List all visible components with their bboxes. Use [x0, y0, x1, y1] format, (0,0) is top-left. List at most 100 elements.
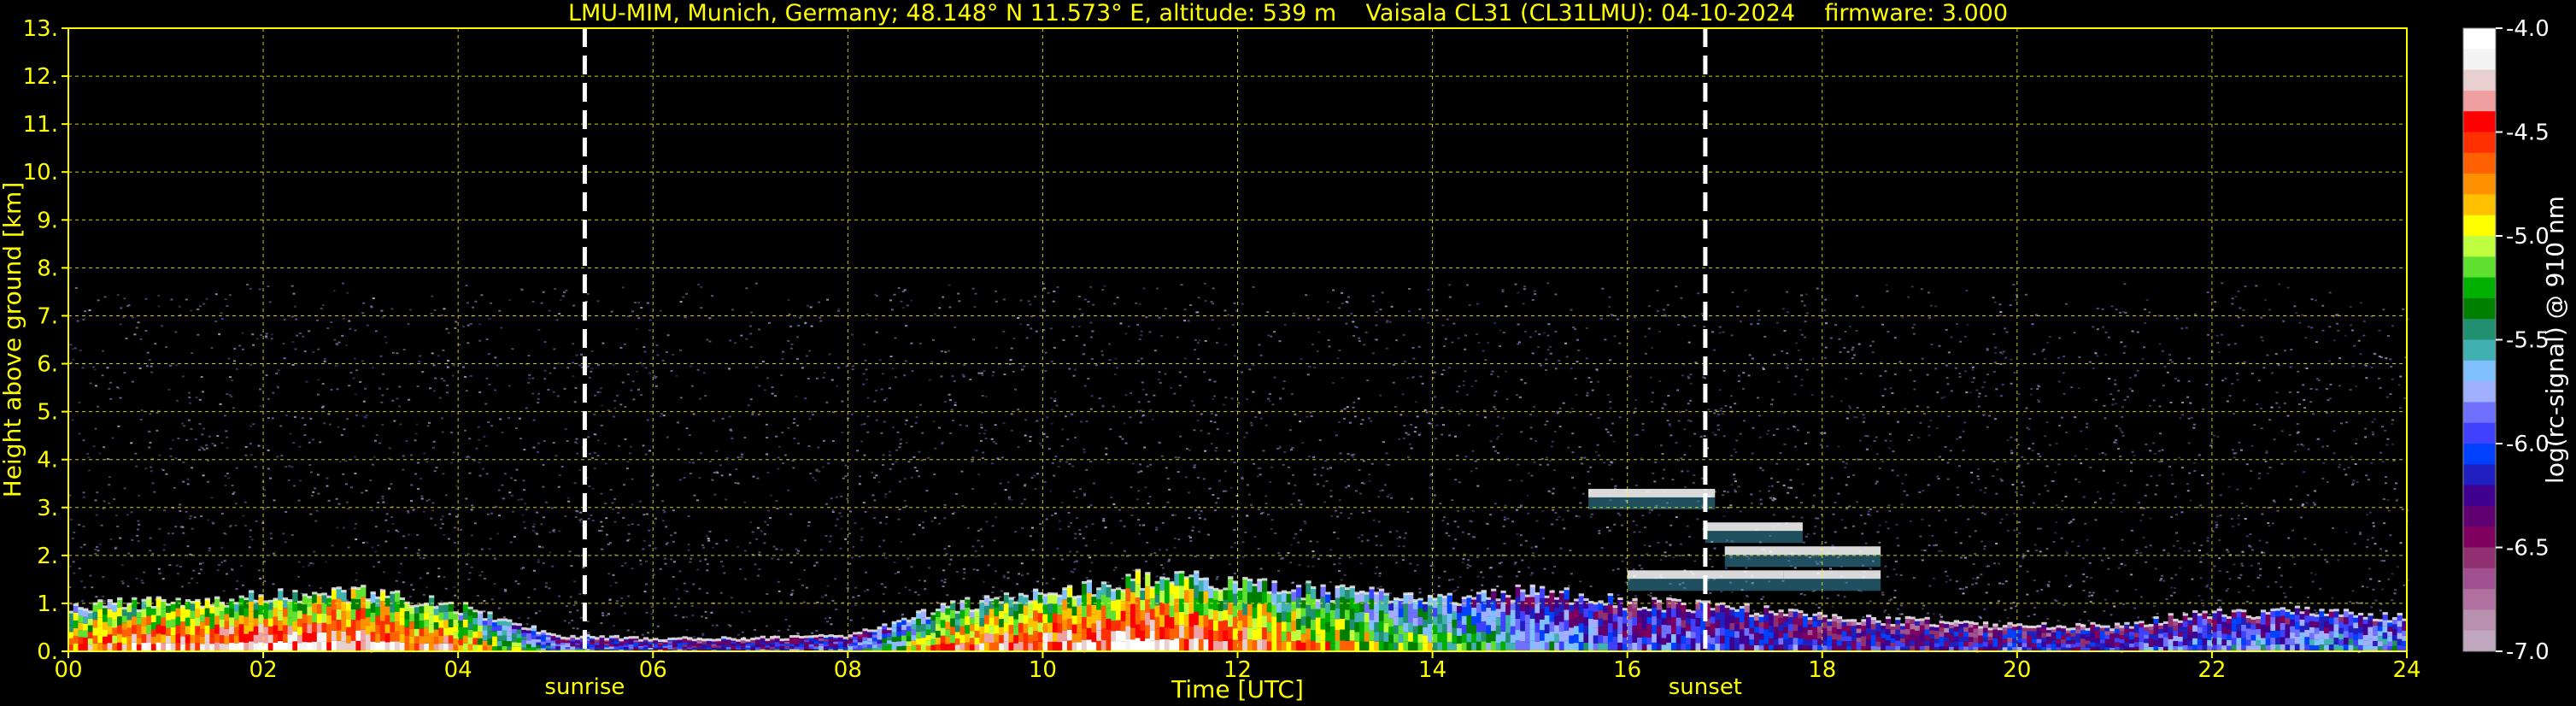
noise-speck: [1409, 562, 1412, 565]
noise-speck: [938, 427, 941, 429]
noise-speck: [601, 342, 605, 344]
noise-speck: [534, 532, 537, 534]
noise-speck: [1656, 309, 1659, 312]
noise-speck: [1137, 471, 1141, 474]
noise-speck: [1957, 493, 1960, 496]
noise-speck: [882, 539, 885, 542]
noise-speck: [508, 491, 512, 494]
noise-speck: [815, 630, 819, 632]
noise-speck: [1519, 544, 1523, 546]
noise-speck: [2104, 598, 2107, 601]
noise-speck: [765, 625, 768, 627]
noise-speck: [1613, 335, 1617, 338]
noise-speck: [1354, 490, 1358, 492]
noise-speck: [1712, 349, 1716, 351]
noise-speck: [1101, 289, 1105, 291]
noise-speck: [1837, 445, 1840, 448]
noise-speck: [1313, 474, 1317, 476]
noise-speck: [2336, 322, 2338, 325]
noise-speck: [859, 475, 862, 478]
noise-speck: [285, 415, 288, 416]
noise-speck: [1634, 595, 1637, 597]
noise-speck: [1196, 420, 1200, 421]
noise-speck: [1006, 571, 1010, 574]
noise-speck: [1213, 395, 1216, 397]
noise-speck: [1831, 605, 1834, 608]
noise-speck: [1845, 508, 1848, 510]
noise-speck: [2000, 395, 2003, 397]
noise-speck: [282, 343, 285, 345]
noise-speck: [417, 462, 420, 464]
noise-speck: [1689, 420, 1693, 422]
noise-speck: [179, 510, 182, 512]
noise-speck: [1879, 374, 1882, 377]
noise-speck: [704, 395, 707, 397]
noise-speck: [1030, 477, 1034, 479]
noise-speck: [1204, 450, 1207, 452]
noise-speck: [226, 473, 229, 474]
noise-speck: [981, 374, 984, 377]
noise-speck: [1241, 371, 1243, 374]
noise-speck: [1085, 421, 1088, 422]
noise-speck: [2250, 470, 2253, 472]
noise-speck: [903, 374, 907, 377]
noise-speck: [1893, 589, 1897, 591]
noise-speck: [497, 607, 501, 609]
noise-speck: [1657, 541, 1660, 544]
noise-speck: [1213, 421, 1217, 423]
noise-speck: [1996, 468, 1999, 471]
noise-speck: [754, 628, 756, 631]
noise-speck: [2332, 430, 2336, 432]
noise-speck: [635, 328, 638, 330]
noise-speck: [525, 407, 528, 409]
noise-speck: [2074, 455, 2077, 457]
noise-speck: [103, 600, 106, 603]
noise-speck: [2312, 413, 2315, 415]
noise-speck: [948, 350, 951, 352]
noise-speck: [74, 286, 78, 289]
noise-speck: [893, 293, 896, 296]
noise-speck: [1840, 400, 1843, 403]
noise-speck: [2178, 456, 2181, 459]
noise-speck: [1618, 416, 1622, 419]
noise-speck: [1793, 445, 1797, 448]
noise-speck: [2055, 443, 2058, 444]
noise-speck: [2094, 351, 2098, 354]
noise-speck: [953, 379, 956, 382]
noise-speck: [563, 291, 566, 293]
noise-speck: [719, 591, 723, 594]
noise-speck: [1019, 299, 1023, 302]
noise-speck: [809, 473, 813, 475]
noise-speck: [1476, 332, 1479, 335]
noise-speck: [283, 319, 286, 321]
noise-speck: [621, 565, 624, 567]
noise-speck: [308, 441, 311, 444]
noise-speck: [1352, 456, 1355, 458]
noise-speck: [310, 494, 314, 497]
noise-speck: [189, 515, 192, 517]
noise-speck: [1391, 554, 1394, 556]
noise-speck: [963, 568, 966, 570]
noise-speck: [2169, 402, 2173, 403]
noise-speck: [1998, 582, 2002, 585]
noise-speck: [850, 413, 854, 415]
noise-speck: [1963, 556, 1967, 559]
noise-speck: [574, 441, 577, 444]
noise-speck: [822, 376, 825, 379]
noise-speck: [2307, 326, 2310, 328]
noise-speck: [795, 632, 799, 634]
noise-speck: [797, 550, 801, 552]
noise-speck: [2231, 303, 2234, 305]
noise-speck: [2010, 452, 2014, 455]
noise-speck: [522, 521, 525, 523]
noise-speck: [149, 509, 152, 511]
noise-speck: [624, 562, 627, 564]
noise-speck: [1490, 373, 1493, 375]
noise-speck: [1995, 543, 1998, 544]
noise-speck: [191, 352, 194, 354]
noise-speck: [1085, 468, 1088, 471]
noise-speck: [736, 456, 740, 459]
noise-speck: [2154, 493, 2157, 496]
noise-speck: [942, 585, 945, 587]
noise-speck: [78, 568, 81, 570]
